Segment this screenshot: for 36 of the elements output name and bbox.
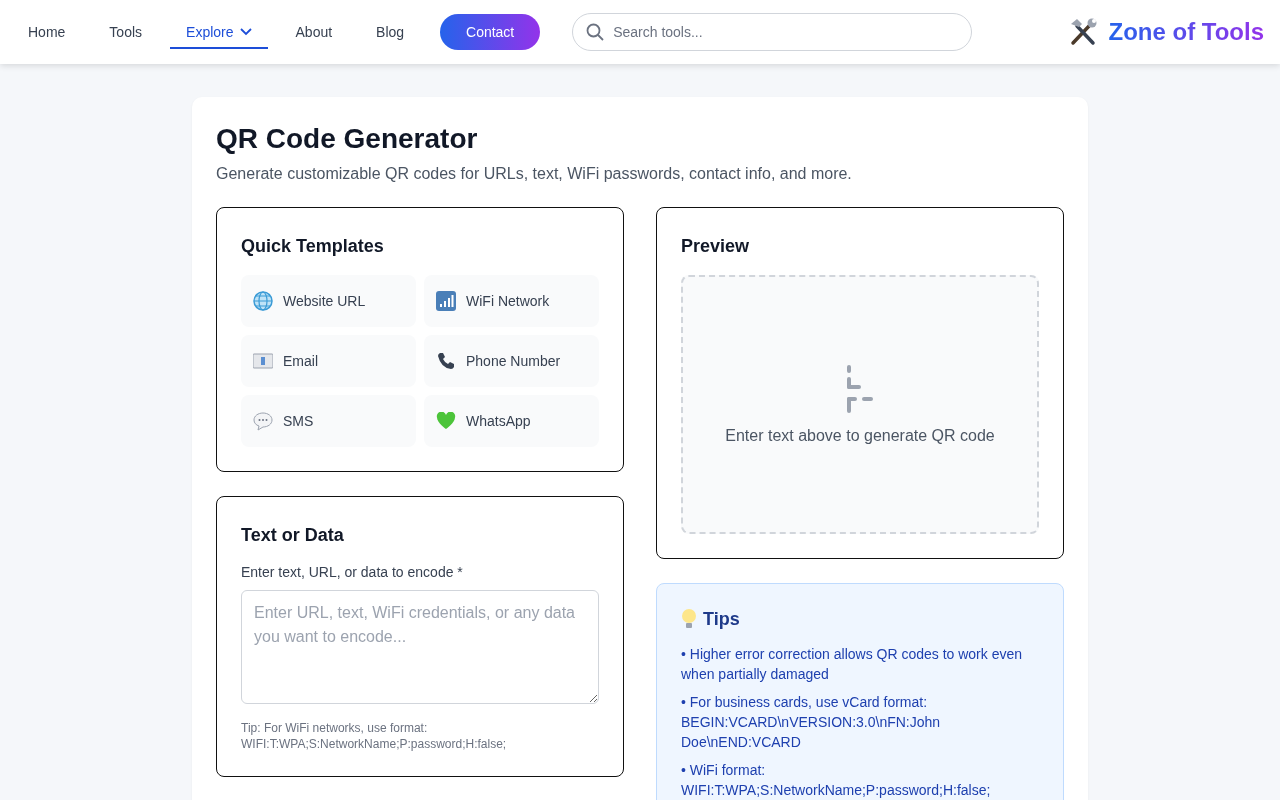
phone-icon <box>436 351 456 371</box>
template-button[interactable]: Email <box>241 335 416 387</box>
light-bulb-icon <box>681 608 697 630</box>
data-textarea[interactable]: Enter URL, text, WiFi credentials, or any data you want to encode... <box>241 590 599 704</box>
page-subtitle: Generate customizable QR codes for URLs, text, WiFi passwords, contact info, and more. <box>216 165 853 183</box>
heart-icon <box>436 412 456 430</box>
template-button[interactable]: WiFi Network <box>424 275 599 327</box>
search-icon <box>586 23 605 41</box>
nav-link[interactable]: Home <box>12 15 82 49</box>
signal-bars-icon <box>436 291 456 311</box>
template-button[interactable]: SMS <box>241 395 416 447</box>
qr-placeholder-icon <box>846 364 874 413</box>
field-hint: Tip: For WiFi networks, use format: WIFI:T:WPA;S:NetworkName;P:password;H:false; <box>241 720 508 752</box>
hammer-wrench-icon <box>1068 17 1099 47</box>
template-button[interactable]: WhatsApp <box>424 395 599 447</box>
nav-link[interactable]: About <box>279 15 349 49</box>
card-title: Quick Templates <box>241 236 385 257</box>
tip-text: • WiFi format: WIFI:T:WPA;S:NetworkName;P:password;H:false; <box>681 761 992 800</box>
search-field[interactable]: Search tools... <box>572 13 973 51</box>
speech-bubble-icon <box>253 411 273 431</box>
contact-button[interactable]: Contact <box>440 14 541 50</box>
field-label: Enter text, URL, or data to encode * <box>241 564 464 580</box>
template-button[interactable]: Website URL <box>241 275 416 327</box>
globe-icon <box>253 291 273 311</box>
card-title: Preview <box>681 236 751 257</box>
card-title: Text or Data <box>241 525 345 546</box>
nav-link[interactable]: Explore <box>170 15 268 49</box>
envelope-icon <box>253 353 273 369</box>
empty-message: Enter text above to generate QR code <box>725 426 995 445</box>
nav-link[interactable]: Tools <box>93 15 159 49</box>
tip-text: • For business cards, use vCard format: BEGIN:VCARD\nVERSION:3.0\nFN:John Doe\nEND:VCARD <box>681 693 942 752</box>
tips-title: Tips <box>703 608 740 630</box>
nav-link[interactable]: Blog <box>360 15 421 49</box>
tip-text: • Higher error correction allows QR codes to work even when partially damaged <box>681 645 1024 684</box>
template-button[interactable]: Phone Number <box>424 335 599 387</box>
page-title: QR Code Generator <box>216 122 479 156</box>
